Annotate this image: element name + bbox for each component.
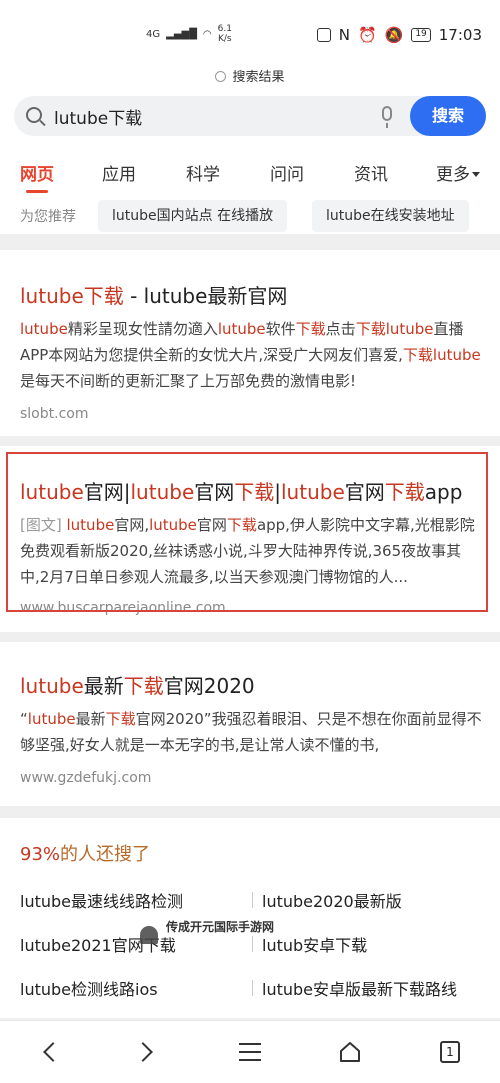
result-snippet: lutube精彩呈现女性請勿適入lutube软件下载点击下载lutube直播AP… — [20, 320, 481, 390]
search-input[interactable]: lutube下载 — [54, 104, 142, 129]
home-icon — [340, 1042, 360, 1062]
menu-line — [239, 1043, 261, 1045]
chevron-right-icon — [133, 1042, 153, 1062]
signal-icon: ▂▄▆█ — [166, 28, 197, 40]
title-rest: - lutube最新官网 — [123, 284, 288, 308]
search-header: 搜索结果 lutube下载 搜索 网页 应用 科学 问问 资讯 更多 — [0, 62, 500, 200]
forward-button[interactable] — [133, 1037, 164, 1067]
speed-value: 6.1 — [217, 24, 232, 34]
menu-line — [239, 1051, 261, 1053]
nfc-icon: N — [338, 26, 350, 44]
also-searched-heading: 93%的人还搜了 — [20, 840, 150, 866]
status-left: 4G ▂▄▆█ ◠ 6.1 K/s — [146, 24, 232, 44]
search-icon — [26, 107, 42, 123]
suggestion-item[interactable]: lutube检测线路ios — [20, 976, 158, 1000]
bottom-navigation: 1 — [0, 1020, 500, 1083]
recommend-chip[interactable]: lutube在线安装地址 — [312, 200, 469, 232]
tab-qa[interactable]: 问问 — [270, 160, 304, 185]
chevron-left-icon — [43, 1042, 63, 1062]
watermark-logo — [140, 926, 158, 944]
active-tab-indicator — [26, 190, 48, 193]
divider — [252, 892, 253, 908]
home-button[interactable] — [335, 1037, 365, 1067]
also-searched-label: 的人还搜了 — [60, 844, 151, 865]
alarm-icon: ⏰ — [357, 26, 377, 44]
menu-button[interactable] — [235, 1037, 265, 1067]
back-button[interactable] — [36, 1037, 66, 1067]
suggestion-item[interactable]: lutube安卓版最新下载路线 — [262, 976, 457, 1000]
globe-icon — [215, 71, 227, 82]
tab-web[interactable]: 网页 — [20, 160, 54, 185]
result-card[interactable]: lutube最新下载官网2020 “lutube最新下载官网2020”我强忍着眼… — [0, 642, 500, 806]
tab-science[interactable]: 科学 — [186, 160, 220, 185]
menu-line — [239, 1059, 261, 1061]
status-bar: 4G ▂▄▆█ ◠ 6.1 K/s N ⏰ 🔕 19 17:03 — [0, 0, 500, 62]
tab-apps[interactable]: 应用 — [102, 160, 136, 185]
search-button[interactable]: 搜索 — [410, 96, 486, 136]
tab-news[interactable]: 资讯 — [354, 160, 388, 185]
clock: 17:03 — [438, 26, 482, 44]
suggestion-item[interactable]: lutube2020最新版 — [262, 888, 402, 912]
watermark-text: 传成开元国际手游网 — [166, 920, 275, 934]
title-highlight: lutube下载 — [20, 284, 124, 308]
battery-icon: 19 — [411, 28, 431, 42]
wifi-icon: ◠ — [202, 28, 212, 40]
speed-unit: K/s — [217, 34, 232, 44]
tabs-button[interactable]: 1 — [436, 1037, 466, 1067]
recommend-bar: 为您推荐 lutube国内站点 在线播放 lutube在线安装地址 — [0, 200, 500, 234]
caret-down-icon — [472, 172, 480, 177]
network-speed: 6.1 K/s — [218, 24, 232, 44]
suggestion-item[interactable]: lutube最速线线路检测 — [20, 888, 183, 912]
highlight-frame — [6, 452, 488, 612]
vibrate-icon — [316, 28, 331, 42]
microphone-icon[interactable] — [382, 106, 392, 128]
category-tabs: 网页 应用 科学 问问 资讯 更多 — [0, 156, 500, 196]
subtitle-text: 搜索结果 — [232, 70, 285, 85]
suggestion-item[interactable]: lutub安卓下载 — [262, 932, 367, 956]
status-right: N ⏰ 🔕 19 17:03 — [316, 26, 482, 44]
tab-count: 1 — [440, 1041, 460, 1063]
also-searched-percent: 93% — [20, 844, 61, 865]
mute-icon: 🔕 — [384, 26, 404, 44]
divider — [252, 936, 253, 952]
result-url[interactable]: www.gzdefukj.com — [20, 770, 151, 786]
recommend-chip[interactable]: lutube国内站点 在线播放 — [98, 200, 288, 232]
page-subtitle: 搜索结果 — [0, 66, 500, 85]
search-box[interactable]: lutube下载 搜索 — [14, 96, 486, 136]
result-title[interactable]: lutube最新下载官网2020 — [20, 670, 255, 699]
result-title[interactable]: lutube下载 - lutube最新官网 — [20, 280, 287, 309]
tab-more-label: 更多 — [436, 165, 470, 185]
result-url[interactable]: slobt.com — [20, 406, 88, 422]
result-card[interactable]: lutube下载 - lutube最新官网 lutube精彩呈现女性請勿適入lu… — [0, 250, 500, 436]
recommend-label: 为您推荐 — [20, 209, 76, 225]
result-snippet: “lutube最新下载官网2020”我强忍着眼泪、只是不想在你面前显得不够坚强,… — [20, 710, 482, 754]
tab-more[interactable]: 更多 — [436, 160, 480, 185]
divider — [252, 980, 253, 996]
network-label: 4G — [146, 28, 161, 40]
